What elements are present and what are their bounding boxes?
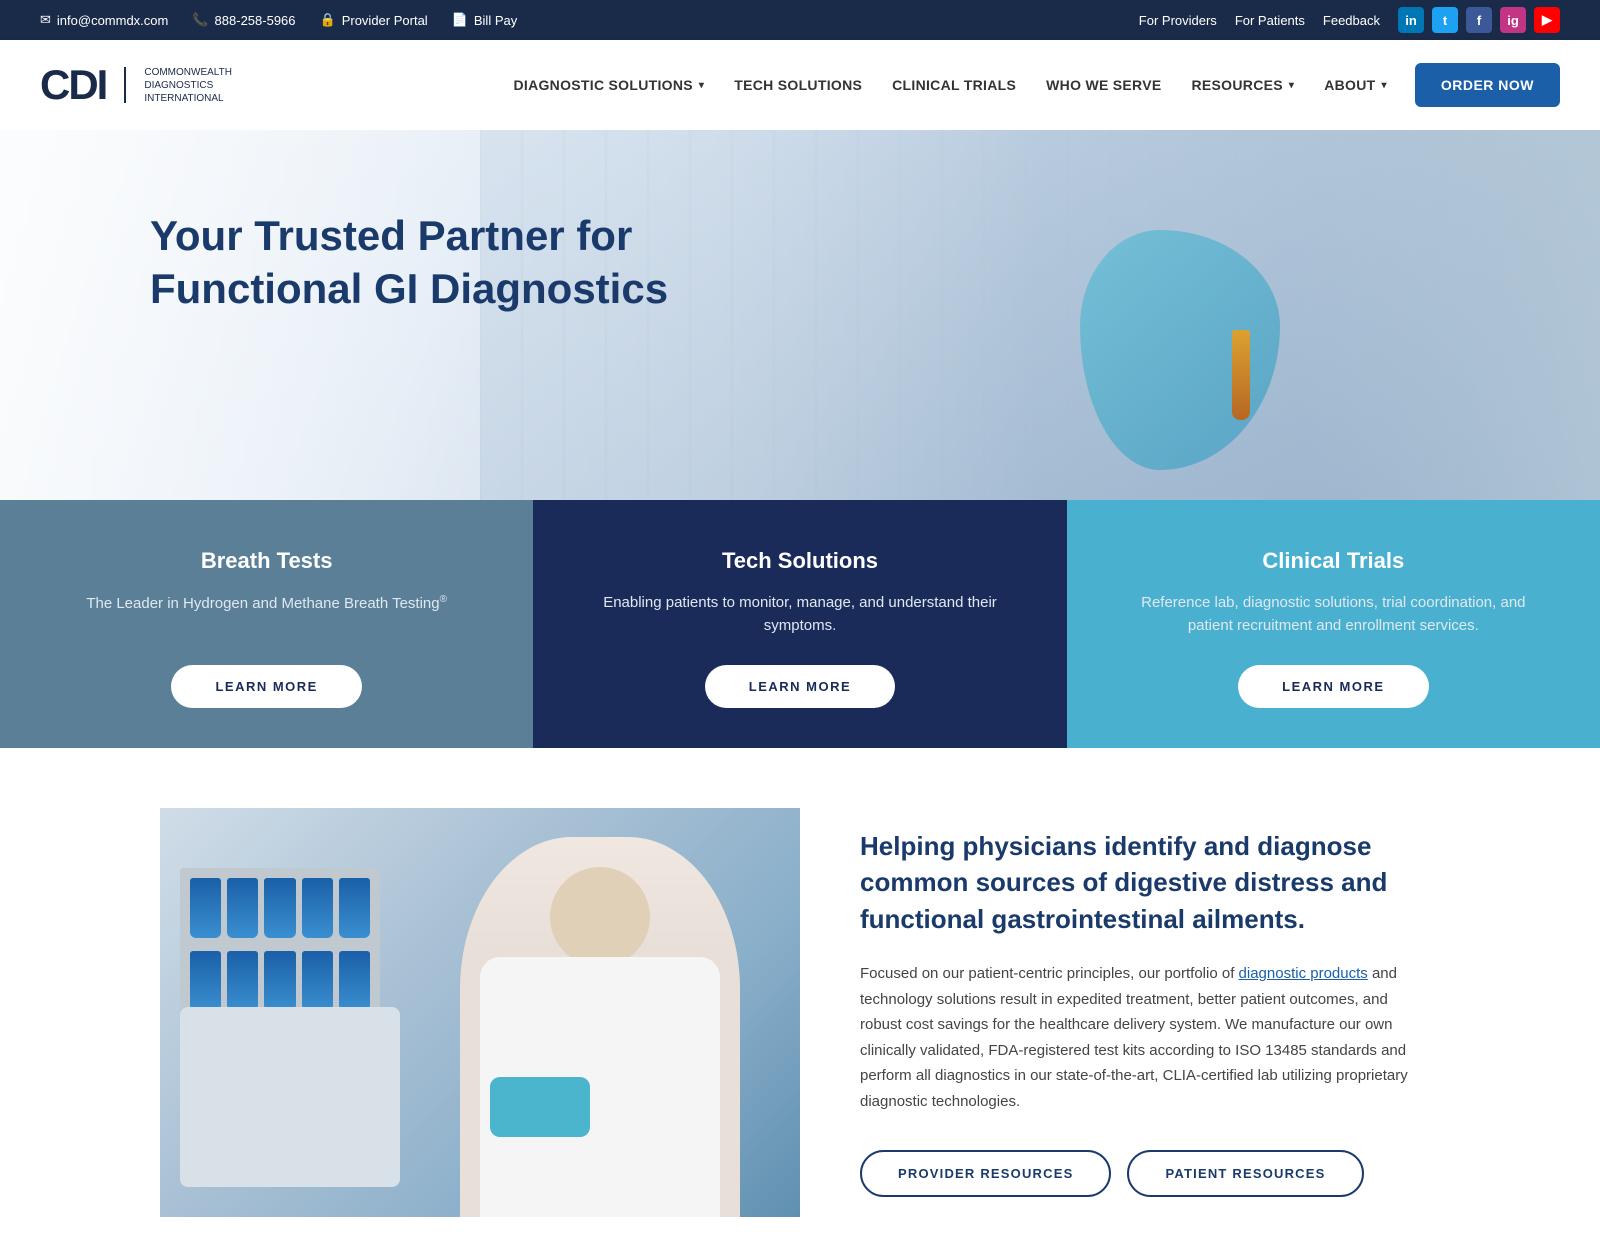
lower-body: Focused on our patient-centric principle… bbox=[860, 961, 1420, 1114]
tube-rack bbox=[180, 868, 380, 1028]
rack-tube bbox=[339, 951, 370, 1011]
nav-diagnostic-solutions[interactable]: DIAGNOSTIC SOLUTIONS ▾ bbox=[501, 69, 716, 101]
learn-more-tech-button[interactable]: LEARN MORE bbox=[705, 665, 895, 708]
email-link[interactable]: ✉ info@commdx.com bbox=[40, 12, 168, 28]
resource-buttons: PROVIDER RESOURCES PATIENT RESOURCES bbox=[860, 1150, 1520, 1197]
nav-tech-solutions[interactable]: TECH SOLUTIONS bbox=[722, 69, 874, 101]
logo-text: COMMONWEALTH DIAGNOSTICS INTERNATIONAL bbox=[144, 66, 224, 105]
top-bar: ✉ info@commdx.com 📞 888-258-5966 🔒 Provi… bbox=[0, 0, 1600, 40]
logo-cdi: CDI bbox=[40, 61, 106, 109]
cards-section: Breath Tests The Leader in Hydrogen and … bbox=[0, 500, 1600, 748]
bill-icon: 📄 bbox=[452, 12, 468, 28]
lower-lab-image bbox=[160, 808, 800, 1217]
learn-more-clinical-button[interactable]: LEARN MORE bbox=[1238, 665, 1428, 708]
rack-tube bbox=[339, 878, 370, 938]
chevron-down-icon: ▾ bbox=[1382, 80, 1387, 91]
lab-background bbox=[480, 130, 1600, 500]
order-now-button[interactable]: ORDER NOW bbox=[1415, 63, 1560, 107]
main-nav: DIAGNOSTIC SOLUTIONS ▾ TECH SOLUTIONS CL… bbox=[501, 63, 1560, 107]
rack-tube bbox=[227, 951, 258, 1011]
rack-tube bbox=[264, 878, 295, 938]
bill-pay-link[interactable]: 📄 Bill Pay bbox=[452, 12, 518, 28]
test-tube bbox=[1232, 330, 1250, 420]
logo-divider bbox=[124, 67, 126, 103]
card-clinical-trials: Clinical Trials Reference lab, diagnosti… bbox=[1067, 500, 1600, 748]
twitter-icon[interactable]: t bbox=[1432, 7, 1458, 33]
lab-equipment-right bbox=[1300, 130, 1600, 500]
hero-title: Your Trusted Partner for Functional GI D… bbox=[150, 210, 668, 315]
nav-about[interactable]: ABOUT ▾ bbox=[1312, 69, 1399, 101]
lab-equipment-bg bbox=[180, 1007, 400, 1187]
phone-icon: 📞 bbox=[192, 12, 208, 28]
rack-tube bbox=[264, 951, 295, 1011]
lock-icon: 🔒 bbox=[320, 12, 336, 28]
phone-link[interactable]: 📞 888-258-5966 bbox=[192, 12, 295, 28]
rack-tube bbox=[190, 878, 221, 938]
lab-person bbox=[460, 837, 740, 1217]
hero-content: Your Trusted Partner for Functional GI D… bbox=[150, 210, 668, 315]
nav-resources[interactable]: RESOURCES ▾ bbox=[1180, 69, 1307, 101]
card-breath-tests: Breath Tests The Leader in Hydrogen and … bbox=[0, 500, 533, 748]
card-tech-solutions: Tech Solutions Enabling patients to moni… bbox=[533, 500, 1066, 748]
for-providers-link[interactable]: For Providers bbox=[1139, 13, 1217, 28]
rack-tube bbox=[302, 951, 333, 1011]
top-bar-right: For Providers For Patients Feedback in t… bbox=[1139, 7, 1560, 33]
logo: CDI COMMONWEALTH DIAGNOSTICS INTERNATION… bbox=[40, 61, 224, 109]
header: CDI COMMONWEALTH DIAGNOSTICS INTERNATION… bbox=[0, 40, 1600, 130]
lower-section: Helping physicians identify and diagnose… bbox=[0, 748, 1600, 1257]
youtube-icon[interactable]: ▶ bbox=[1534, 7, 1560, 33]
rack-tube bbox=[302, 878, 333, 938]
social-icons: in t f ig ▶ bbox=[1398, 7, 1560, 33]
facebook-icon[interactable]: f bbox=[1466, 7, 1492, 33]
diagnostic-products-link[interactable]: diagnostic products bbox=[1239, 965, 1368, 982]
email-icon: ✉ bbox=[40, 12, 51, 28]
top-bar-left: ✉ info@commdx.com 📞 888-258-5966 🔒 Provi… bbox=[40, 12, 517, 28]
person-gloves bbox=[490, 1077, 590, 1137]
provider-portal-link[interactable]: 🔒 Provider Portal bbox=[320, 12, 428, 28]
patient-resources-button[interactable]: PATIENT RESOURCES bbox=[1127, 1150, 1363, 1197]
chevron-down-icon: ▾ bbox=[1289, 80, 1294, 91]
provider-resources-button[interactable]: PROVIDER RESOURCES bbox=[860, 1150, 1111, 1197]
hero-section: Your Trusted Partner for Functional GI D… bbox=[0, 130, 1600, 500]
nav-who-we-serve[interactable]: WHO WE SERVE bbox=[1034, 69, 1173, 101]
rack-tube bbox=[227, 878, 258, 938]
nav-clinical-trials[interactable]: CLINICAL TRIALS bbox=[880, 69, 1028, 101]
for-patients-link[interactable]: For Patients bbox=[1235, 13, 1305, 28]
learn-more-breath-button[interactable]: LEARN MORE bbox=[171, 665, 361, 708]
linkedin-icon[interactable]: in bbox=[1398, 7, 1424, 33]
lower-heading: Helping physicians identify and diagnose… bbox=[860, 828, 1420, 937]
lower-text: Helping physicians identify and diagnose… bbox=[800, 808, 1600, 1217]
rack-tube bbox=[190, 951, 221, 1011]
feedback-link[interactable]: Feedback bbox=[1323, 13, 1380, 28]
instagram-icon[interactable]: ig bbox=[1500, 7, 1526, 33]
person-head bbox=[550, 867, 650, 967]
chevron-down-icon: ▾ bbox=[699, 80, 704, 91]
